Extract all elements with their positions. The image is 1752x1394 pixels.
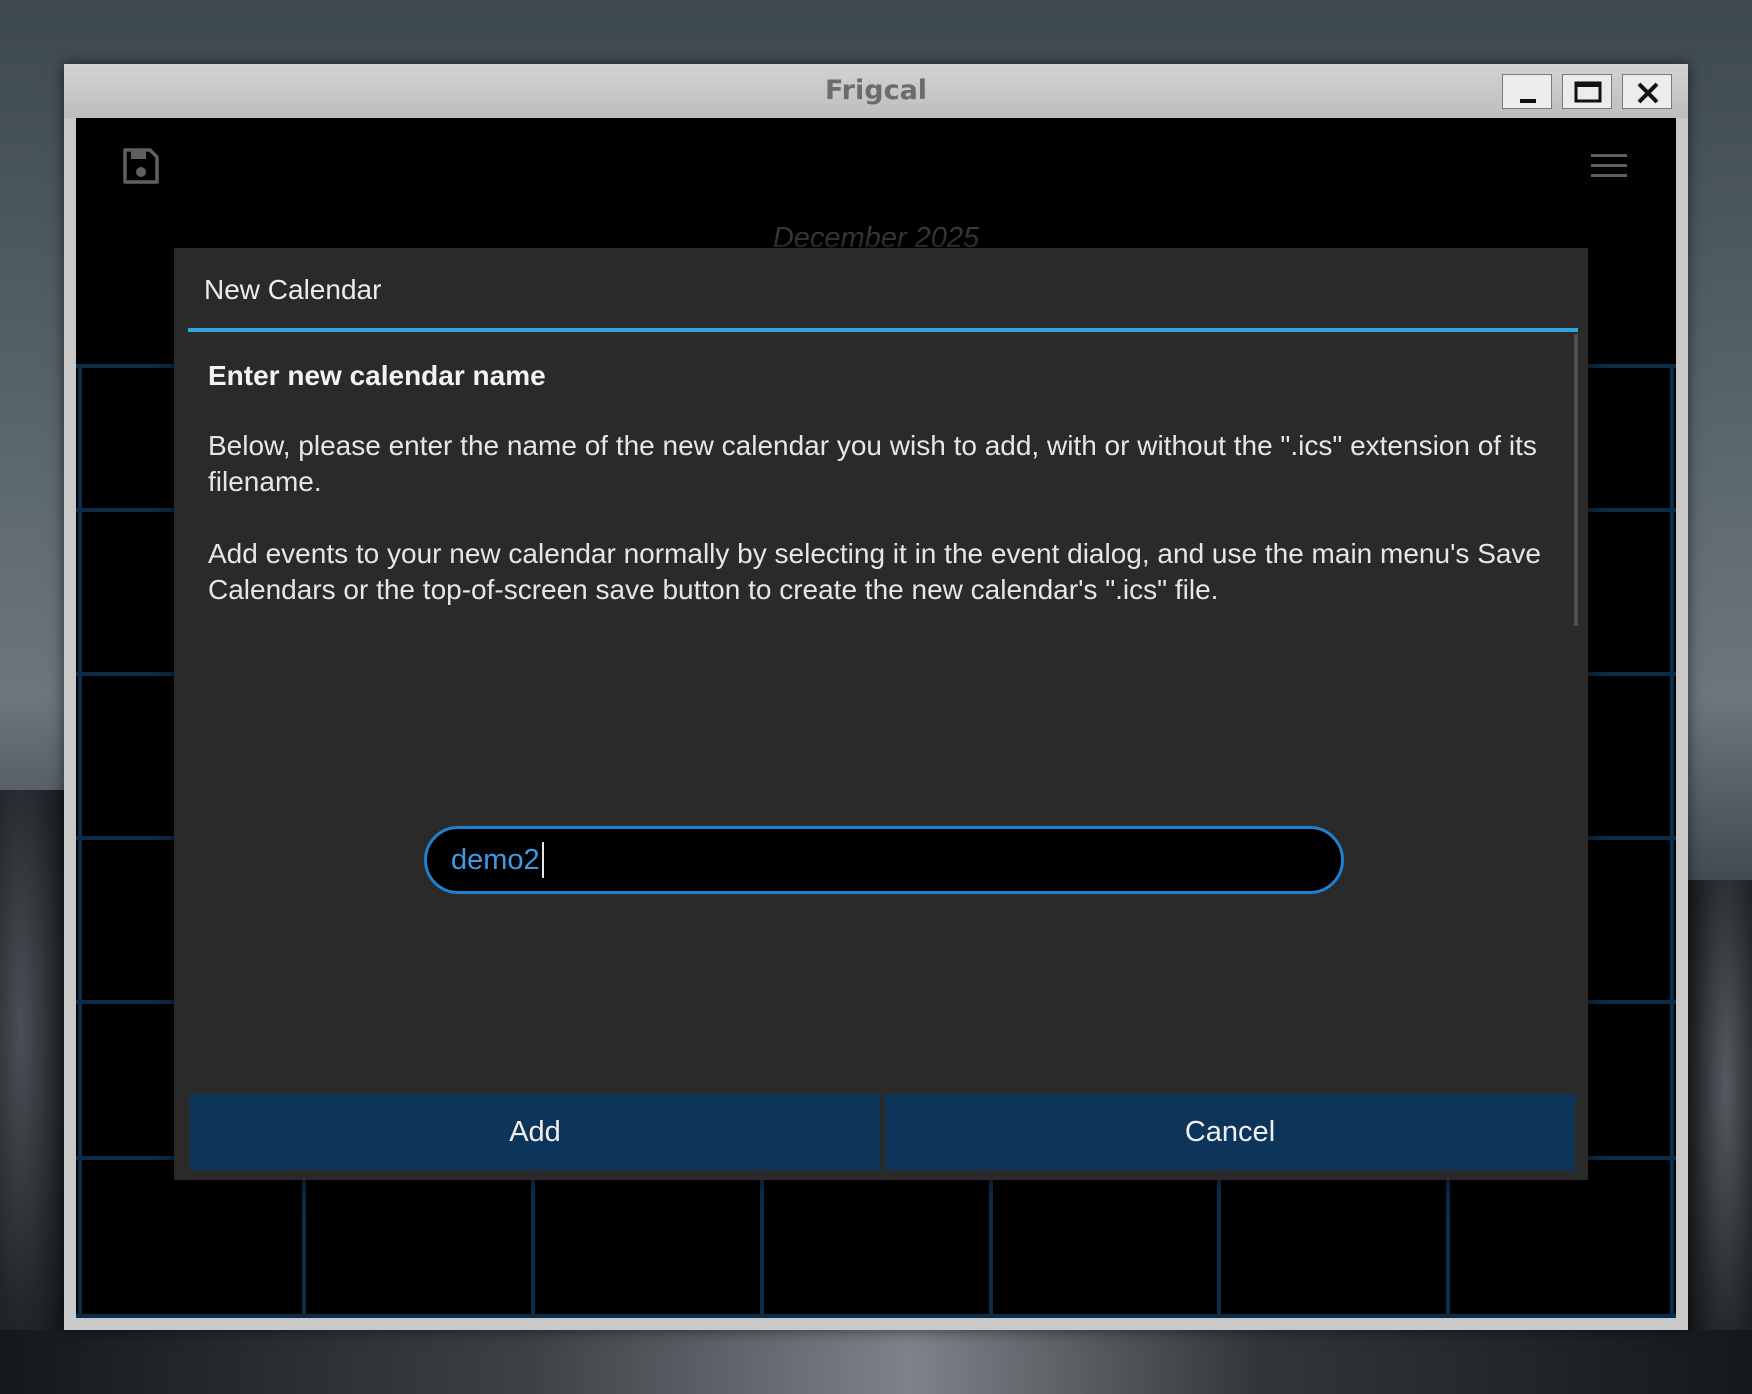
grid-line <box>78 364 82 1318</box>
close-icon <box>1637 82 1659 104</box>
cancel-button[interactable]: Cancel <box>885 1094 1575 1170</box>
grid-line <box>302 1156 306 1318</box>
dialog-title-separator <box>188 328 1578 332</box>
scroll-indicator[interactable] <box>1574 334 1578 626</box>
close-button[interactable] <box>1622 74 1672 109</box>
text-caret <box>542 842 544 878</box>
grid-line <box>1670 364 1674 1318</box>
app-content: December 2025 New Calendar Enter new cal… <box>76 118 1676 1318</box>
window-titlebar[interactable]: Frigcal <box>64 64 1688 118</box>
new-calendar-dialog: New Calendar Enter new calendar name Bel… <box>174 248 1588 1180</box>
minimize-button[interactable] <box>1502 74 1552 109</box>
window-title: Frigcal <box>824 75 928 106</box>
grid-line <box>531 1156 535 1318</box>
dialog-paragraph-instructions: Below, please enter the name of the new … <box>208 430 1537 497</box>
grid-line <box>760 1156 764 1318</box>
maximize-button[interactable] <box>1562 74 1612 109</box>
dialog-heading: Enter new calendar name <box>208 360 546 391</box>
background-rock-left <box>0 790 70 1394</box>
dialog-paragraph-usage: Add events to your new calendar normally… <box>208 538 1542 605</box>
hamburger-menu-icon[interactable] <box>1591 152 1627 180</box>
background-rock-right <box>1687 880 1752 1394</box>
calendar-name-input[interactable] <box>424 826 1344 894</box>
maximize-icon <box>1574 81 1602 103</box>
background-rock-bottom <box>0 1330 1752 1394</box>
grid-line <box>989 1156 993 1318</box>
floppy-disk-icon[interactable] <box>121 146 161 186</box>
grid-line <box>76 1314 1676 1318</box>
dialog-title: New Calendar <box>204 274 382 305</box>
grid-line <box>1217 1156 1221 1318</box>
add-button[interactable]: Add <box>190 1094 880 1170</box>
app-window: Frigcal December 2025 New Calendar Enter… <box>64 64 1688 1330</box>
minimize-icon <box>1520 99 1536 103</box>
grid-line <box>1446 1156 1450 1318</box>
